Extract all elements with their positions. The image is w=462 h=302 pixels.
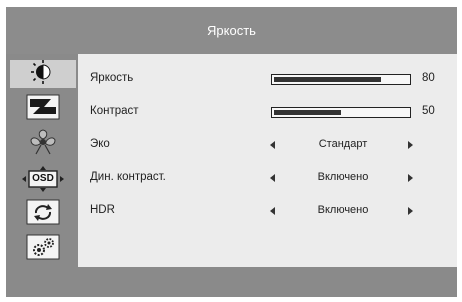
sidebar-item-system[interactable] bbox=[10, 234, 76, 265]
hdr-left-arrow-icon[interactable] bbox=[270, 207, 275, 215]
contrast-row[interactable]: Контраст 50 bbox=[78, 102, 457, 122]
brightness-icon bbox=[28, 59, 58, 89]
hdr-option: Включено bbox=[317, 204, 369, 216]
brightness-value: 80 bbox=[422, 72, 435, 84]
dcr-option: Включено bbox=[317, 171, 369, 183]
dcr-left-arrow-icon[interactable] bbox=[270, 174, 275, 182]
menu-footer bbox=[6, 267, 457, 297]
osd-menu: Яркость OSD Яркость 80 Контраст 50 Эко С… bbox=[6, 7, 457, 297]
contrast-value: 50 bbox=[422, 105, 435, 117]
menu-title: Яркость bbox=[207, 23, 256, 38]
contrast-slider[interactable] bbox=[271, 107, 411, 118]
dcr-label: Дин. контраст. bbox=[90, 171, 166, 183]
eco-option: Стандарт bbox=[318, 138, 368, 150]
sidebar-item-picture[interactable] bbox=[10, 94, 76, 125]
brightness-row[interactable]: Яркость 80 bbox=[78, 69, 457, 89]
color-icon bbox=[28, 128, 58, 160]
picture-icon bbox=[26, 94, 60, 125]
contrast-slider-fill bbox=[274, 110, 341, 115]
hdr-label: HDR bbox=[90, 204, 115, 216]
osd-settings-icon: OSD bbox=[21, 165, 65, 193]
sidebar-item-reset[interactable] bbox=[10, 199, 76, 230]
sidebar-item-osd[interactable]: OSD bbox=[10, 165, 76, 193]
dcr-row[interactable]: Дин. контраст. Включено bbox=[78, 168, 457, 188]
eco-left-arrow-icon[interactable] bbox=[270, 141, 275, 149]
eco-right-arrow-icon[interactable] bbox=[408, 141, 413, 149]
hdr-row[interactable]: HDR Включено bbox=[78, 201, 457, 221]
reset-icon bbox=[26, 199, 60, 230]
hdr-right-arrow-icon[interactable] bbox=[408, 207, 413, 215]
eco-row[interactable]: Эко Стандарт bbox=[78, 135, 457, 155]
brightness-label: Яркость bbox=[90, 72, 134, 84]
system-settings-icon bbox=[26, 234, 60, 265]
brightness-slider-fill bbox=[274, 77, 381, 82]
menu-title-bar: Яркость bbox=[6, 7, 457, 54]
brightness-slider[interactable] bbox=[271, 74, 411, 85]
sidebar: OSD bbox=[6, 54, 78, 267]
osd-icon-label: OSD bbox=[32, 173, 54, 184]
dcr-right-arrow-icon[interactable] bbox=[408, 174, 413, 182]
contrast-label: Контраст bbox=[90, 105, 139, 117]
sidebar-item-color[interactable] bbox=[10, 128, 76, 160]
sidebar-item-brightness[interactable] bbox=[10, 59, 76, 89]
eco-label: Эко bbox=[90, 138, 110, 150]
settings-panel: Яркость 80 Контраст 50 Эко Стандарт Дин.… bbox=[78, 54, 457, 267]
